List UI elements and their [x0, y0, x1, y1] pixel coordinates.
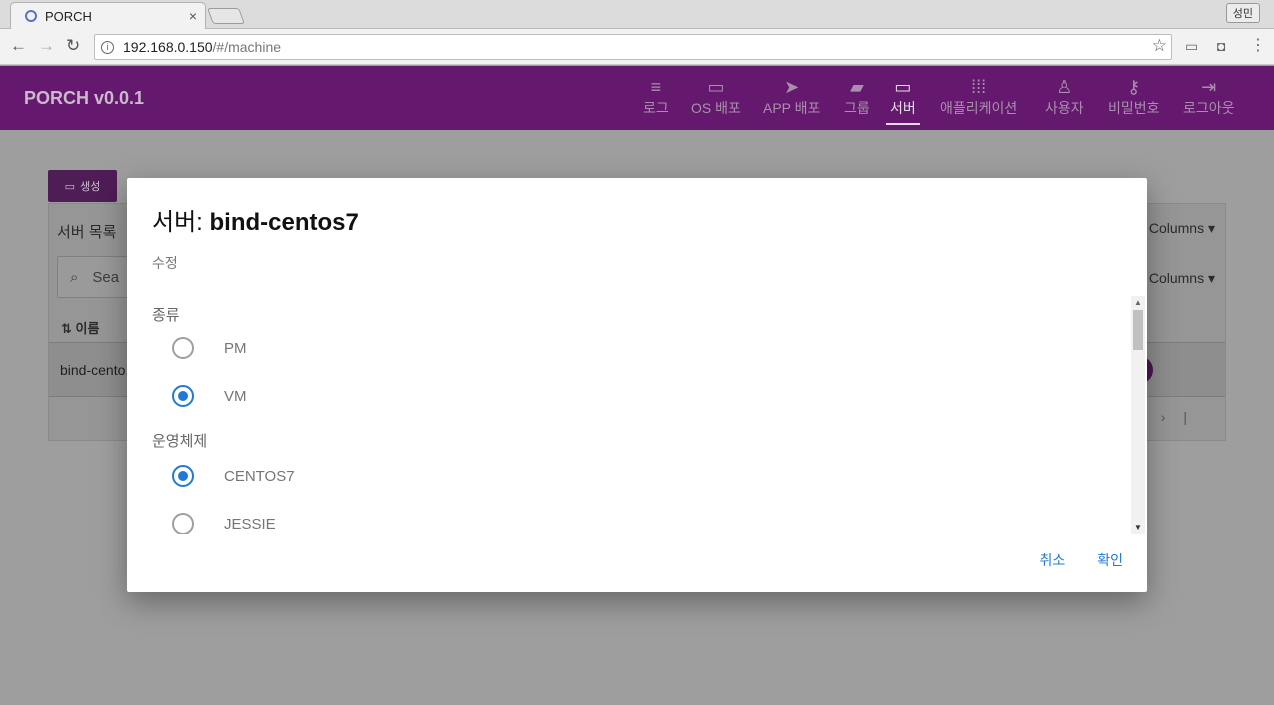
radio-type-vm[interactable]: VM: [172, 385, 247, 407]
bookmark-star-icon[interactable]: ☆: [1152, 36, 1167, 56]
radio-os-jessie[interactable]: JESSIE: [172, 513, 276, 534]
row-name-cell: bind-cento: [60, 362, 126, 378]
create-server-button[interactable]: ▭ 생성: [48, 170, 117, 202]
address-bar[interactable]: i 192.168.0.150 /#/machine ☆: [94, 34, 1172, 60]
scrollbar-thumb[interactable]: [1133, 310, 1143, 350]
confirm-button[interactable]: 확인: [1097, 550, 1123, 570]
nav-password[interactable]: ⚷ 비밀번호: [1108, 76, 1160, 118]
person-icon: ♙: [1056, 77, 1073, 97]
forward-icon[interactable]: →: [38, 36, 55, 56]
pagination: ››|: [1138, 409, 1205, 425]
profile-button[interactable]: 성민: [1225, 3, 1260, 23]
radio-type-pm[interactable]: PM: [172, 337, 247, 359]
list-icon: ≡: [650, 77, 662, 97]
os-label: 운영체제: [152, 433, 208, 450]
nav-group[interactable]: ▰ 그룹: [844, 76, 870, 118]
nav-app-deploy[interactable]: ➤ APP 배포: [763, 76, 820, 118]
server-edit-dialog: 서버: bind-centos7 수정 종류 PM VM 운영체제 CENTOS…: [127, 178, 1147, 592]
tab-close-icon[interactable]: ×: [189, 8, 197, 24]
nav-log[interactable]: ≡ 로그: [643, 76, 669, 118]
radio-os-centos7[interactable]: CENTOS7: [172, 465, 295, 487]
radio-button[interactable]: [172, 337, 194, 359]
columns-dropdown-2[interactable]: Columns ▾: [1149, 270, 1215, 287]
url-host: 192.168.0.150: [123, 39, 213, 55]
last-page-icon[interactable]: ›|: [1161, 409, 1205, 425]
folder-add-icon: ▰: [849, 77, 864, 97]
extension-icon[interactable]: ▭: [1185, 38, 1198, 55]
tab-title: PORCH: [45, 8, 92, 24]
cancel-button[interactable]: 취소: [1039, 550, 1065, 570]
url-path: /#/machine: [212, 39, 282, 55]
new-tab-button[interactable]: [207, 8, 245, 24]
browser-tabstrip: PORCH × 성민: [0, 0, 1274, 29]
radio-button-checked[interactable]: [172, 465, 194, 487]
browser-toolbar: ← → ↻ i 192.168.0.150 /#/machine ☆ ▭ ◘ ⋮: [0, 29, 1274, 65]
nav-os-deploy[interactable]: ▭ OS 배포: [691, 76, 741, 118]
nav-user[interactable]: ♙ 사용자: [1045, 76, 1084, 118]
radio-button[interactable]: [172, 513, 194, 534]
sort-icon: ⇅: [61, 321, 72, 336]
dialog-scrollbar[interactable]: ▲ ▼: [1131, 296, 1145, 534]
search-icon: ⌕: [70, 268, 79, 286]
laptop-icon: ▭: [894, 77, 912, 97]
browser-menu-icon[interactable]: ⋮: [1250, 35, 1266, 55]
panel-title: 서버 목록: [57, 224, 117, 241]
column-header-name[interactable]: ⇅ 이름: [61, 318, 99, 337]
dialog-actions: 취소 확인: [1039, 550, 1123, 570]
site-info-icon[interactable]: i: [101, 40, 114, 54]
type-label: 종류: [152, 307, 180, 324]
columns-dropdown[interactable]: Columns ▾: [1149, 220, 1215, 237]
radio-button-checked[interactable]: [172, 385, 194, 407]
app-brand: PORCH v0.0.1: [24, 88, 145, 108]
laptop-icon: ▭: [64, 180, 76, 193]
nav-server[interactable]: ▭ 서버: [886, 76, 920, 125]
exit-icon: ⇥: [1201, 77, 1217, 97]
extension-bulb-icon[interactable]: ◘: [1217, 38, 1225, 54]
dialog-subtitle: 수정: [152, 255, 178, 271]
send-icon: ➤: [784, 77, 800, 97]
reload-icon[interactable]: ↻: [66, 36, 80, 56]
dialog-scroll-content[interactable]: 종류 PM VM 운영체제 CENTOS7 JESSIE: [127, 296, 1147, 534]
nav-logout[interactable]: ⇥ 로그아웃: [1183, 76, 1235, 118]
key-icon: ⚷: [1127, 77, 1141, 97]
cast-icon: ▭: [707, 77, 725, 97]
app-bar: PORCH v0.0.1 ≡ 로그 ▭ OS 배포 ➤ APP 배포 ▰ 그룹 …: [0, 66, 1274, 130]
back-icon[interactable]: ←: [10, 36, 27, 56]
nav-application[interactable]: ⁞⁞⁞ 애플리케이션: [940, 76, 1017, 118]
scroll-up-icon[interactable]: ▲: [1134, 298, 1142, 307]
dialog-title: 서버: bind-centos7: [152, 209, 359, 236]
porch-favicon-icon: [25, 10, 37, 22]
apps-grid-icon: ⁞⁞⁞: [971, 77, 987, 97]
scroll-down-icon[interactable]: ▼: [1134, 523, 1142, 532]
browser-tab[interactable]: PORCH ×: [10, 2, 206, 29]
